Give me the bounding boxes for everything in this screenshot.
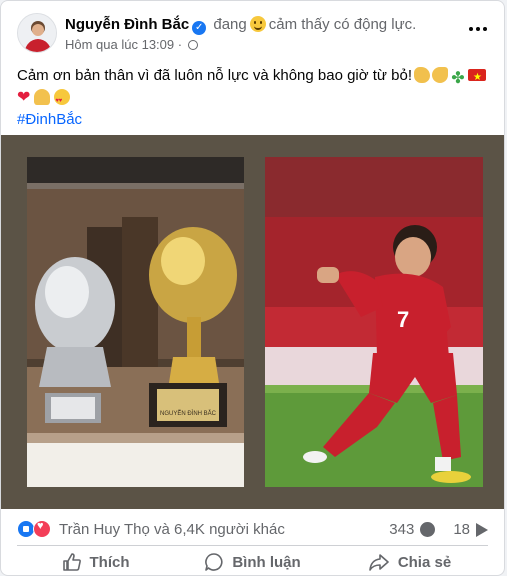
more-options-icon[interactable]: [464, 19, 492, 39]
comment-label: Bình luận: [232, 553, 301, 571]
comment-icon: [205, 553, 223, 571]
clover-icon: ✤: [451, 70, 465, 87]
dot: [469, 27, 473, 31]
reaction-icons[interactable]: [17, 520, 55, 538]
author-name[interactable]: Nguyễn Đình Bắc: [65, 16, 189, 33]
post-timestamp[interactable]: Hôm qua lúc 13:09: [65, 37, 174, 52]
photo-collage: NGUYỄN ĐÌNH BẮC 7: [1, 135, 504, 509]
globe-icon: [187, 40, 198, 50]
dot: [483, 27, 487, 31]
like-label: Thích: [89, 553, 130, 571]
share-label: Chia sẻ: [397, 553, 452, 571]
comment-bubble-icon: [420, 522, 436, 537]
comment-button[interactable]: Bình luận: [174, 547, 331, 575]
feeling-prefix: đang: [213, 16, 247, 33]
dot: [476, 27, 480, 31]
post-meta: Hôm qua lúc 13:09 ·: [65, 37, 198, 52]
reaction-bar: Trần Huy Thọ và 6,4K người khác 343 18: [17, 519, 488, 541]
muscle-icon: [432, 67, 448, 83]
post-header: Nguyễn Đình Bắc ✓ đang cảm thấy có động lự…: [17, 13, 492, 57]
author-line: Nguyễn Đình Bắc ✓ đang cảm thấy có động lự…: [65, 16, 416, 35]
author-avatar[interactable]: [17, 13, 57, 53]
verified-badge-icon: ✓: [192, 21, 207, 35]
share-button[interactable]: Chia sẻ: [331, 547, 488, 575]
engagement-counts: 343 18: [389, 521, 488, 538]
action-bar: Thích Bình luận Chia sẻ: [17, 547, 488, 575]
player-photo-image: 7: [265, 157, 483, 487]
share-arrow-icon: [476, 522, 488, 537]
plaque-label: NGUYỄN ĐÌNH BẮC: [160, 409, 217, 417]
smiling-face-icon: [249, 16, 266, 32]
trophy-photo-image: NGUYỄN ĐÌNH BẮC: [27, 157, 244, 487]
avatar-image: [18, 14, 56, 52]
feeling-text: cảm thấy có động lực.: [268, 16, 417, 33]
thumbs-up-icon: [62, 553, 81, 571]
clap-icon: [414, 67, 430, 83]
player-photo[interactable]: 7: [265, 157, 483, 487]
divider: [17, 545, 488, 546]
post-text: Cảm ơn bản thân vì đã luôn nỗ lực và khô…: [17, 65, 492, 131]
pray-icon: [34, 89, 51, 105]
share-icon: [369, 554, 389, 571]
trophy-photo[interactable]: NGUYỄN ĐÌNH BẮC: [27, 157, 244, 487]
post-body: Cảm ơn bản thân vì đã luôn nỗ lực và khô…: [17, 67, 412, 84]
hashtag-link[interactable]: #ĐinhBắc: [17, 111, 82, 128]
like-button[interactable]: Thích: [17, 547, 174, 575]
vietnam-flag-icon: [468, 67, 486, 89]
comment-count[interactable]: 343: [389, 521, 414, 538]
jersey-number: 7: [397, 307, 409, 332]
love-reaction-icon: [33, 520, 51, 538]
reaction-summary[interactable]: Trần Huy Thọ và 6,4K người khác: [59, 521, 285, 538]
share-count[interactable]: 18: [453, 521, 470, 538]
heart-icon: ❤: [17, 89, 31, 106]
heart-eyes-icon: [54, 89, 71, 112]
post-card: Nguyễn Đình Bắc ✓ đang cảm thấy có động lự…: [0, 0, 505, 576]
